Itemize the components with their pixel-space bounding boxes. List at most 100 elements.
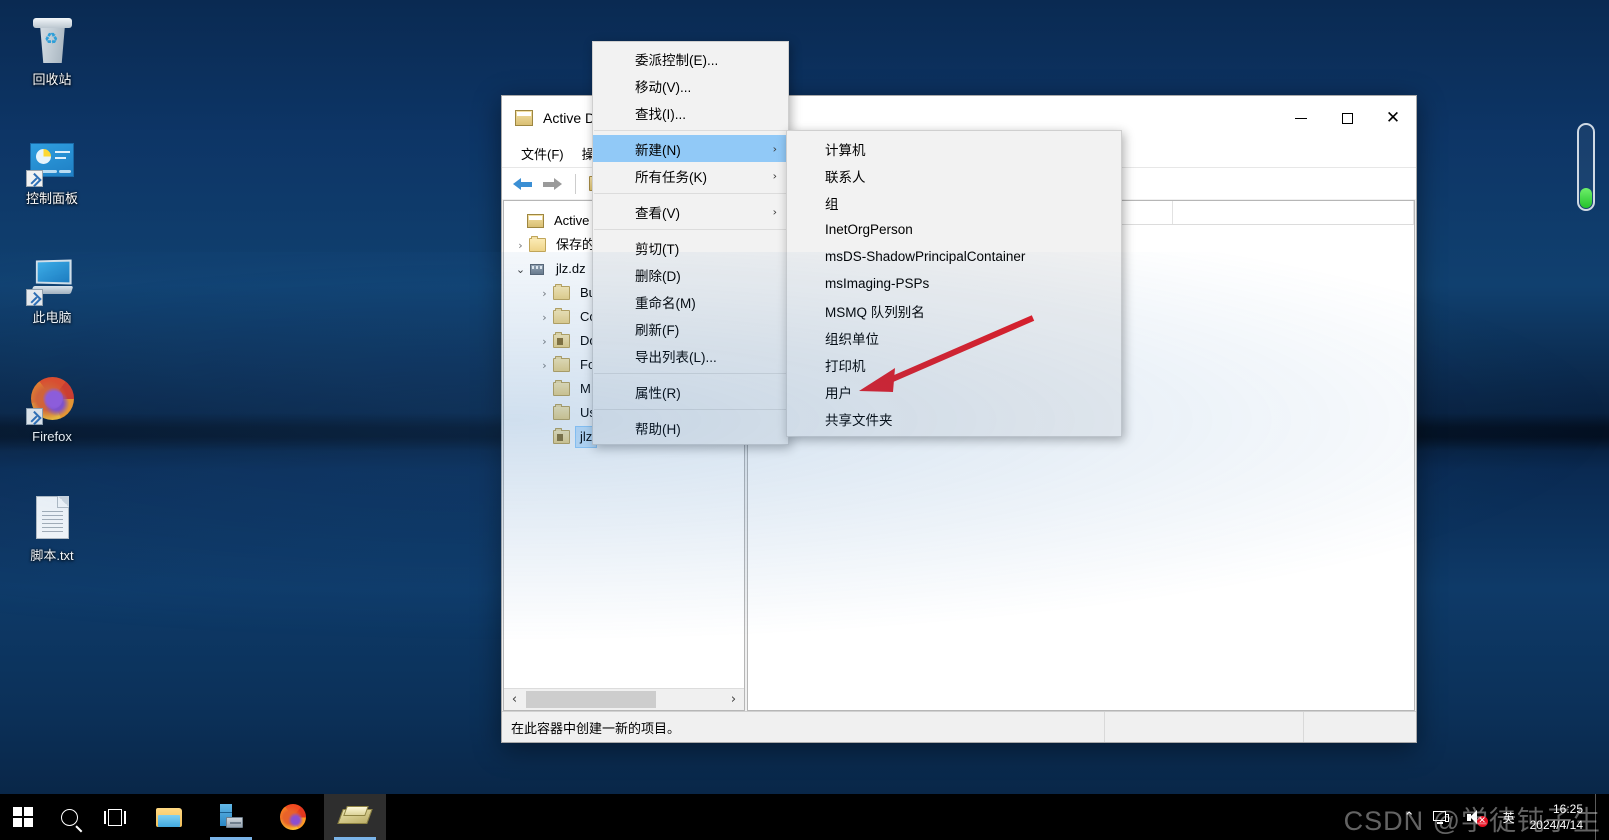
menu-item-label: 查看(V) — [635, 205, 680, 221]
submenu-item-msimaging-psps[interactable]: msImaging-PSPs — [787, 270, 1121, 297]
battery-gauge-widget — [1577, 123, 1595, 211]
forward-button[interactable] — [540, 172, 566, 196]
desktop-icon-script-txt[interactable]: 脚本.txt — [6, 494, 98, 564]
menu-item-delegate-control[interactable]: 委派控制(E)... — [593, 45, 788, 72]
submenu-item-inetorgperson[interactable]: InetOrgPerson — [787, 216, 1121, 243]
submenu-item-organizational-unit[interactable]: 组织单位 — [787, 324, 1121, 351]
task-view-button[interactable] — [92, 794, 138, 840]
chevron-down-icon[interactable]: ⌄ — [512, 263, 529, 276]
desktop-icon-label: 回收站 — [32, 72, 72, 87]
chevron-right-icon[interactable]: › — [512, 239, 529, 252]
menu-separator — [594, 130, 787, 131]
scrollbar-thumb[interactable] — [526, 691, 656, 708]
menu-item-help[interactable]: 帮助(H) — [593, 414, 788, 441]
chevron-up-icon: ⌃ — [1403, 809, 1415, 825]
folder-icon — [553, 284, 570, 300]
domain-icon — [529, 262, 546, 276]
column-header-description[interactable] — [1173, 201, 1414, 224]
submenu-item-user[interactable]: 用户 — [787, 378, 1121, 405]
minimize-button[interactable] — [1278, 96, 1324, 140]
arrow-left-icon — [513, 178, 532, 191]
menu-separator — [594, 409, 787, 410]
search-icon — [60, 808, 78, 826]
menu-item-delete[interactable]: 删除(D) — [593, 261, 788, 288]
text-file-icon — [28, 494, 76, 542]
battery-fill — [1580, 188, 1592, 208]
volume-muted-icon: ✕ — [1466, 809, 1488, 827]
submenu-item-printer[interactable]: 打印机 — [787, 351, 1121, 378]
firefox-icon — [280, 804, 306, 830]
taskbar-app-mmc-console[interactable] — [324, 794, 386, 840]
menu-item-cut[interactable]: 剪切(T) — [593, 234, 788, 261]
chevron-right-icon[interactable]: › — [536, 359, 553, 372]
start-button[interactable] — [0, 794, 46, 840]
menu-item-find[interactable]: 查找(I)... — [593, 99, 788, 126]
desktop-icon-recycle-bin[interactable]: ♻ 回收站 — [6, 18, 98, 88]
desktop-icon-control-panel[interactable]: 控制面板 — [6, 137, 98, 207]
show-desktop-button[interactable] — [1595, 794, 1605, 840]
menu-item-view[interactable]: 查看(V) › — [593, 198, 788, 225]
console-root-icon — [527, 214, 544, 228]
tray-network-button[interactable] — [1424, 794, 1458, 840]
folder-icon — [553, 308, 570, 324]
status-bar: 在此容器中创建一新的项目。 — [502, 711, 1416, 742]
submenu-item-group[interactable]: 组 — [787, 189, 1121, 216]
submenu-item-shared-folder[interactable]: 共享文件夹 — [787, 405, 1121, 432]
taskbar: ⌃ ✕ 英 16:25 2024/4/14 — [0, 794, 1609, 840]
clock-date: 2024/4/14 — [1529, 818, 1583, 832]
desktop-icon-firefox[interactable]: Firefox — [6, 375, 98, 445]
menu-file[interactable]: 文件(F) — [512, 141, 573, 166]
taskbar-app-firefox[interactable] — [262, 794, 324, 840]
chevron-right-icon: › — [772, 142, 777, 155]
chevron-right-icon[interactable]: › — [536, 287, 553, 300]
menu-item-export-list[interactable]: 导出列表(L)... — [593, 342, 788, 369]
back-button[interactable] — [510, 172, 536, 196]
menu-item-all-tasks[interactable]: 所有任务(K) › — [593, 162, 788, 189]
submenu-item-msds-shadowprincipalcontainer[interactable]: msDS-ShadowPrincipalContainer — [787, 243, 1121, 270]
desktop: ♻ 回收站 控制面板 此电脑 Firefox 脚本.txt Active D ✕… — [0, 0, 1609, 840]
submenu-item-contact[interactable]: 联系人 — [787, 162, 1121, 189]
tray-ime-indicator[interactable]: 英 — [1494, 794, 1524, 840]
menu-item-move[interactable]: 移动(V)... — [593, 72, 788, 99]
close-button[interactable]: ✕ — [1370, 96, 1416, 140]
tray-volume-button[interactable]: ✕ — [1458, 794, 1494, 840]
window-title: Active D — [543, 110, 596, 126]
desktop-icon-this-pc[interactable]: 此电脑 — [6, 256, 98, 326]
network-icon — [1432, 810, 1449, 824]
scroll-right-button[interactable]: › — [723, 689, 744, 710]
chevron-right-icon[interactable]: › — [536, 335, 553, 348]
submenu-item-computer[interactable]: 计算机 — [787, 135, 1121, 162]
clock-time: 16:25 — [1552, 802, 1583, 816]
status-segment-2 — [1105, 712, 1303, 742]
search-button[interactable] — [46, 794, 92, 840]
new-submenu: 计算机 联系人 组 InetOrgPerson msDS-ShadowPrinc… — [786, 130, 1122, 437]
menu-separator — [594, 373, 787, 374]
menu-item-properties[interactable]: 属性(R) — [593, 378, 788, 405]
menu-item-label: 新建(N) — [635, 142, 681, 158]
scroll-left-button[interactable]: ‹ — [504, 689, 525, 710]
chevron-right-icon[interactable]: › — [536, 311, 553, 324]
taskbar-app-server-manager[interactable] — [200, 794, 262, 840]
chevron-right-icon: › — [772, 205, 777, 218]
menu-item-new[interactable]: 新建(N) › — [593, 135, 788, 162]
chevron-right-icon: › — [772, 169, 777, 182]
mmc-console-icon — [515, 110, 533, 126]
status-text: 在此容器中创建一新的项目。 — [511, 720, 681, 736]
taskbar-app-file-explorer[interactable] — [138, 794, 200, 840]
window-controls: ✕ — [1278, 96, 1416, 140]
taskbar-clock[interactable]: 16:25 2024/4/14 — [1524, 794, 1595, 840]
menu-item-label: 所有任务(K) — [635, 169, 707, 185]
folder-icon — [156, 807, 182, 828]
menu-item-rename[interactable]: 重命名(M) — [593, 288, 788, 315]
submenu-item-msmq-queue-alias[interactable]: MSMQ 队列别名 — [787, 297, 1121, 324]
control-panel-icon — [26, 137, 76, 187]
maximize-button[interactable] — [1324, 96, 1370, 140]
firefox-icon — [26, 375, 76, 425]
menu-separator — [594, 229, 787, 230]
system-tray: ⌃ ✕ 英 16:25 2024/4/14 — [1395, 794, 1609, 840]
tree-horizontal-scrollbar[interactable]: ‹ › — [504, 688, 744, 710]
tray-overflow-button[interactable]: ⌃ — [1395, 794, 1424, 840]
menu-item-refresh[interactable]: 刷新(F) — [593, 315, 788, 342]
desktop-icon-label: 控制面板 — [25, 191, 78, 206]
desktop-icon-label: Firefox — [32, 429, 72, 444]
